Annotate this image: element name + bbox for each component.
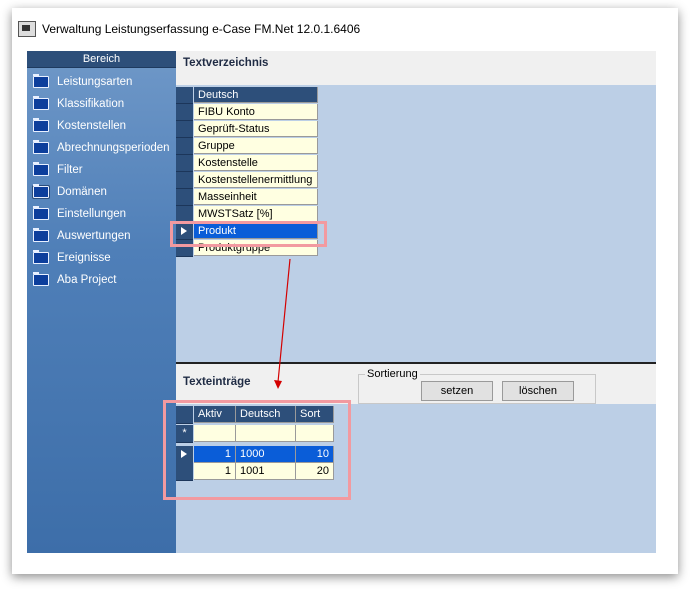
annotation-arrow — [274, 258, 291, 389]
annotation-arrow-head — [274, 380, 282, 389]
annotation-arrow-line — [277, 258, 291, 383]
